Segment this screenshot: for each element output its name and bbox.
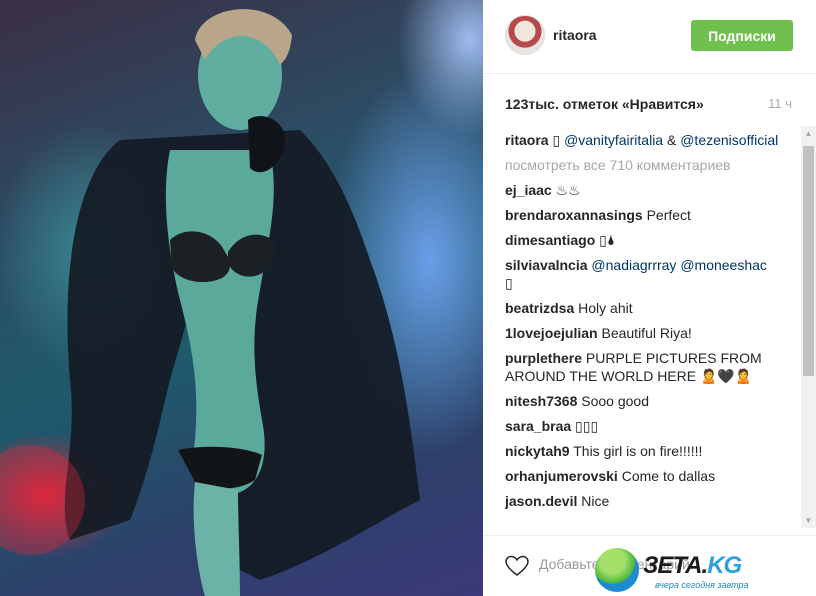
comment-user[interactable]: 1lovejoejulian — [505, 325, 598, 341]
mention-link[interactable]: @moneeshac — [676, 257, 767, 273]
comment-user[interactable]: dimesantiago — [505, 232, 595, 248]
scroll-thumb[interactable] — [803, 146, 814, 376]
list-item: brendaroxannasings Perfect — [505, 206, 797, 224]
likes-count[interactable]: 123тыс. отметок «Нравится» — [505, 96, 704, 112]
comment-text: Come to dallas — [617, 468, 716, 484]
comment-user[interactable]: silviavalncia — [505, 257, 588, 273]
mention-link[interactable]: @tezenisofficial — [680, 132, 778, 148]
post-footer: Добавьте комментарий... ЗЕТА.KG вчера се… — [483, 535, 816, 596]
view-all-comments-link[interactable]: посмотреть все 710 комментариев — [505, 156, 797, 174]
list-item: 1lovejoejulian Beautiful Riya! — [505, 324, 797, 342]
comment-text: Nice — [577, 493, 610, 509]
follow-button[interactable]: Подписки — [691, 20, 793, 51]
mention-link[interactable]: @nadiagrrray — [588, 257, 676, 273]
comment-text: ▯ — [505, 275, 513, 291]
comment-user[interactable]: jason.devil — [505, 493, 577, 509]
scroll-up-arrow-icon[interactable]: ▲ — [801, 126, 816, 141]
list-item: jason.devil Nice — [505, 492, 797, 510]
post-time[interactable]: 11 ч — [768, 96, 792, 111]
watermark-tagline: вчера сегодня завтра — [655, 580, 749, 590]
comment-user[interactable]: ej_iaac — [505, 182, 552, 198]
comment-text: ▯🌢 — [595, 232, 616, 248]
comment-text: Sooo good — [577, 393, 649, 409]
post-sidebar: ritaora Подписки 123тыс. отметок «Нравит… — [483, 0, 816, 596]
comment-user[interactable]: nitesh7368 — [505, 393, 577, 409]
list-item: ej_iaac ♨♨ — [505, 181, 797, 199]
avatar[interactable] — [505, 15, 545, 55]
heart-icon[interactable] — [505, 555, 529, 577]
watermark-brand: ЗЕТА.KG — [643, 552, 742, 579]
comment-text: Holy ahit — [574, 300, 633, 316]
username[interactable]: ritaora — [553, 27, 597, 43]
caption: ritaora ▯ @vanityfairitalia & @tezenisof… — [505, 131, 797, 149]
post-header: ritaora Подписки — [483, 0, 816, 74]
photo-illustration — [0, 9, 421, 596]
list-item: purplethere PURPLE PICTURES FROM AROUND … — [505, 349, 797, 385]
mention-link[interactable]: @vanityfairitalia — [564, 132, 663, 148]
scroll-down-arrow-icon[interactable]: ▼ — [801, 513, 816, 528]
comment-user[interactable]: beatrizdsa — [505, 300, 574, 316]
comment-text: Perfect — [642, 207, 691, 223]
comment-text: Beautiful Riya! — [597, 325, 692, 341]
comment-text: & — [663, 132, 681, 148]
list-item: silviavalncia @nadiagrrray @moneeshac ▯ — [505, 256, 797, 292]
comments-list: ritaora ▯ @vanityfairitalia & @tezenisof… — [505, 131, 797, 531]
list-item: nickytah9 This girl is on fire!!!!!! — [505, 442, 797, 460]
comment-user[interactable]: ritaora — [505, 132, 549, 148]
comment-text: ▯▯▯ — [571, 418, 599, 434]
comments-scrollbar[interactable]: ▲ ▼ — [801, 126, 816, 528]
list-item: beatrizdsa Holy ahit — [505, 299, 797, 317]
watermark-logo: ЗЕТА.KG вчера сегодня завтра — [595, 548, 795, 596]
comment-user[interactable]: purplethere — [505, 350, 582, 366]
comment-text: This girl is on fire!!!!!! — [569, 443, 703, 459]
comment-user[interactable]: sara_braa — [505, 418, 571, 434]
list-item: dimesantiago ▯🌢 — [505, 231, 797, 249]
list-item: sara_braa ▯▯▯ — [505, 417, 797, 435]
comment-text: ♨♨ — [551, 182, 581, 198]
globe-icon — [595, 548, 639, 592]
comment-text: ▯ — [548, 132, 565, 148]
comment-user[interactable]: orhanjumerovski — [505, 468, 618, 484]
post-photo[interactable] — [0, 0, 483, 596]
list-item: nitesh7368 Sooo good — [505, 392, 797, 410]
comment-user[interactable]: nickytah9 — [505, 443, 570, 459]
list-item: orhanjumerovski Come to dallas — [505, 467, 797, 485]
comment-user[interactable]: brendaroxannasings — [505, 207, 643, 223]
